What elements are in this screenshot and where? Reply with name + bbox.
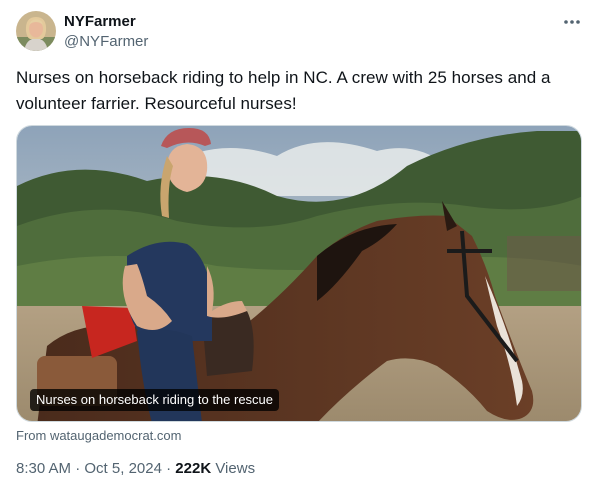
media-photo[interactable]: Nurses on horseback riding to the rescue: [16, 125, 582, 422]
tweet-meta: 8:30 AM · Oct 5, 2024 · 222K Views: [16, 459, 255, 479]
profile-photo-icon: [16, 11, 56, 51]
more-options-button[interactable]: [558, 10, 586, 34]
avatar[interactable]: [16, 11, 56, 51]
author-handle[interactable]: @NYFarmer: [64, 32, 148, 52]
tweet-card: NYFarmer @NYFarmer Nurses on horseback r…: [0, 0, 598, 489]
meta-separator: ·: [161, 460, 176, 477]
media-source-link[interactable]: From wataugademocrat.com: [16, 428, 181, 444]
tweet-time[interactable]: 8:30 AM: [16, 460, 71, 477]
meta-separator: ·: [71, 460, 85, 477]
views-label: Views: [211, 460, 256, 477]
tweet-date[interactable]: Oct 5, 2024: [84, 460, 162, 477]
photo-nurse-on-horse: [17, 126, 581, 421]
tweet-text: Nurses on horseback riding to help in NC…: [16, 68, 551, 113]
media-caption: Nurses on horseback riding to the rescue: [30, 389, 280, 411]
more-horizontal-icon: [564, 20, 580, 24]
views-count: 222K: [175, 460, 212, 477]
author-display-name[interactable]: NYFarmer: [64, 12, 136, 32]
